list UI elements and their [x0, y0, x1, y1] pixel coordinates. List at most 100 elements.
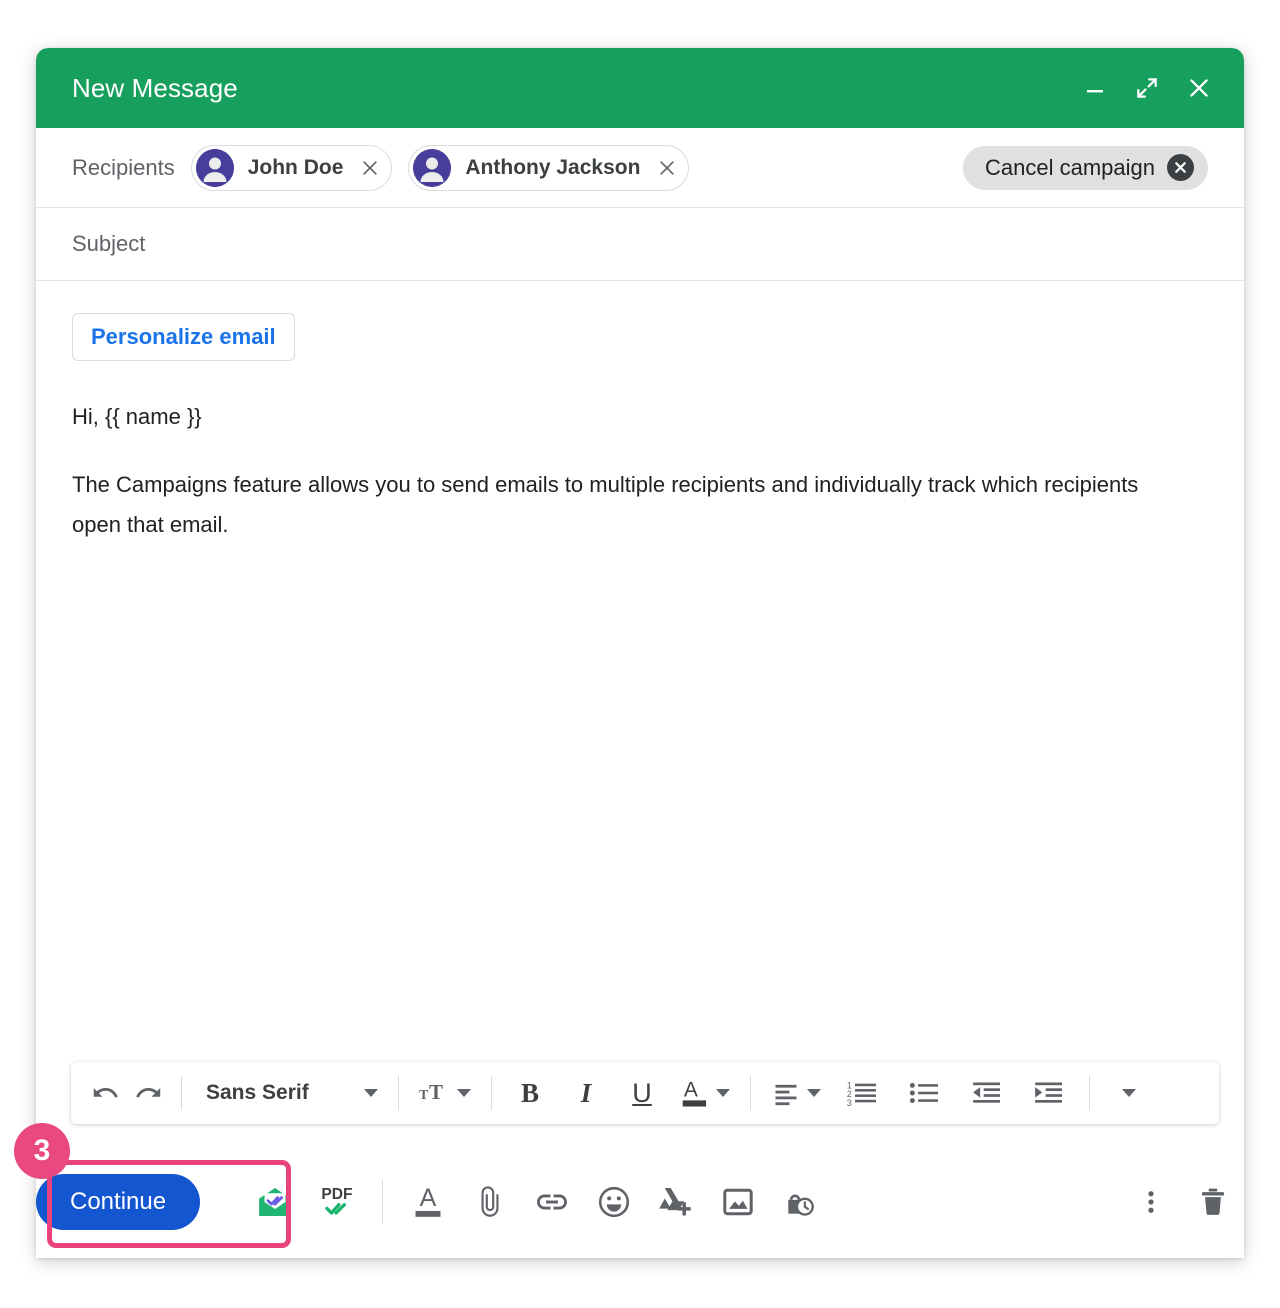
bulleted-list-icon: [908, 1079, 940, 1107]
undo-button[interactable]: [83, 1071, 127, 1115]
compose-action-bar: Continue PDF: [0, 1146, 1280, 1258]
insert-photo-icon: [720, 1184, 756, 1220]
attach-file-icon: [473, 1185, 507, 1219]
chevron-down-icon: [716, 1089, 730, 1097]
page-title: New Message: [72, 73, 1072, 104]
body-paragraph: The Campaigns feature allows you to send…: [72, 465, 1162, 545]
close-icon: [1186, 75, 1212, 101]
chevron-down-icon: [457, 1089, 471, 1097]
toolbar-divider: [398, 1076, 399, 1110]
recipient-name: John Doe: [234, 156, 354, 180]
font-size-dropdown[interactable]: T T: [409, 1078, 481, 1108]
confidential-mode-button[interactable]: [769, 1171, 831, 1233]
remove-icon: [657, 158, 677, 178]
insert-emoji-icon: [596, 1184, 632, 1220]
toolbar-divider: [750, 1076, 751, 1110]
align-left-icon: [771, 1079, 801, 1107]
recipients-row: Recipients John Doe: [36, 128, 1244, 208]
text-color-dropdown[interactable]: A: [670, 1077, 740, 1109]
insert-drive-icon: [657, 1184, 695, 1220]
window-controls: [1072, 65, 1222, 111]
close-circle-icon[interactable]: [1167, 154, 1194, 181]
bold-icon: B: [521, 1078, 539, 1109]
numbered-list-button[interactable]: 1 2 3: [831, 1071, 893, 1115]
close-icon: [1172, 159, 1189, 176]
formatting-options-icon: A: [411, 1184, 445, 1220]
compose-header: New Message: [36, 48, 1244, 128]
formatting-options-button[interactable]: A: [397, 1171, 459, 1233]
more-options-button[interactable]: [1120, 1171, 1182, 1233]
undo-icon: [90, 1078, 120, 1108]
toolbar-divider: [1089, 1076, 1090, 1110]
body-editor[interactable]: Hi, {{ name }} The Campaigns feature all…: [72, 397, 1162, 545]
formatting-toolbar: Sans Serif T T B I U A: [71, 1062, 1219, 1124]
underline-icon: U: [632, 1078, 652, 1109]
svg-text:A: A: [684, 1079, 698, 1102]
minimize-icon: [1083, 76, 1107, 100]
person-avatar-icon: [413, 149, 451, 187]
continue-button[interactable]: Continue: [36, 1174, 200, 1230]
svg-text:A: A: [420, 1184, 437, 1212]
recipient-chip[interactable]: Anthony Jackson: [408, 145, 689, 191]
remove-recipient-button[interactable]: [650, 149, 684, 187]
remove-recipient-button[interactable]: [353, 149, 387, 187]
font-family-dropdown[interactable]: Sans Serif: [192, 1081, 388, 1105]
chevron-down-icon: [364, 1089, 378, 1097]
insert-drive-button[interactable]: [645, 1171, 707, 1233]
action-icons: PDF A: [222, 1171, 1258, 1233]
svg-text:T: T: [419, 1088, 429, 1103]
message-body: Personalize email Hi, {{ name }} The Cam…: [36, 281, 1244, 991]
svg-text:T: T: [429, 1080, 443, 1104]
align-dropdown[interactable]: [761, 1079, 831, 1107]
attach-file-button[interactable]: [459, 1171, 521, 1233]
italic-button[interactable]: I: [558, 1071, 614, 1115]
insert-link-button[interactable]: [521, 1171, 583, 1233]
discard-draft-icon: [1196, 1184, 1230, 1220]
svg-text:PDF: PDF: [321, 1186, 352, 1203]
avatar: [413, 149, 451, 187]
recipient-name: Anthony Jackson: [451, 156, 650, 180]
underline-button[interactable]: U: [614, 1071, 670, 1115]
more-formatting-button[interactable]: [1100, 1071, 1158, 1115]
bold-button[interactable]: B: [502, 1071, 558, 1115]
confidential-mode-icon: [781, 1184, 819, 1220]
toolbar-divider: [181, 1076, 182, 1110]
pdf-tracking-icon: PDF: [315, 1181, 359, 1223]
person-avatar-icon: [196, 149, 234, 187]
insert-photo-button[interactable]: [707, 1171, 769, 1233]
personalize-email-button[interactable]: Personalize email: [72, 313, 295, 361]
svg-text:3: 3: [847, 1098, 852, 1107]
action-divider: [382, 1180, 383, 1224]
mailtrack-icon: [254, 1181, 296, 1223]
toolbar-divider: [491, 1076, 492, 1110]
italic-icon: I: [581, 1078, 592, 1109]
indent-decrease-icon: [970, 1079, 1002, 1107]
recipients-label: Recipients: [72, 155, 175, 181]
text-color-icon: A: [680, 1077, 710, 1109]
minimize-button[interactable]: [1072, 65, 1118, 111]
subject-row[interactable]: Subject: [36, 208, 1244, 281]
pdf-tracking-button[interactable]: PDF: [306, 1171, 368, 1233]
numbered-list-icon: 1 2 3: [846, 1079, 878, 1107]
recipient-chip[interactable]: John Doe: [191, 145, 393, 191]
redo-icon: [134, 1078, 164, 1108]
bulleted-list-button[interactable]: [893, 1071, 955, 1115]
remove-icon: [360, 158, 380, 178]
cancel-campaign-button[interactable]: Cancel campaign: [963, 146, 1208, 190]
indent-less-button[interactable]: [955, 1071, 1017, 1115]
expand-button[interactable]: [1124, 65, 1170, 111]
insert-link-icon: [534, 1184, 570, 1220]
cancel-campaign-label: Cancel campaign: [985, 155, 1155, 181]
mailtrack-button[interactable]: [244, 1171, 306, 1233]
discard-draft-button[interactable]: [1182, 1171, 1244, 1233]
indent-increase-icon: [1032, 1079, 1064, 1107]
insert-emoji-button[interactable]: [583, 1171, 645, 1233]
close-button[interactable]: [1176, 65, 1222, 111]
redo-button[interactable]: [127, 1071, 171, 1115]
more-options-icon: [1136, 1185, 1166, 1219]
font-size-icon: T T: [419, 1078, 451, 1108]
subject-input[interactable]: Subject: [72, 231, 145, 257]
chevron-down-icon: [1122, 1089, 1136, 1097]
avatar: [196, 149, 234, 187]
indent-more-button[interactable]: [1017, 1071, 1079, 1115]
